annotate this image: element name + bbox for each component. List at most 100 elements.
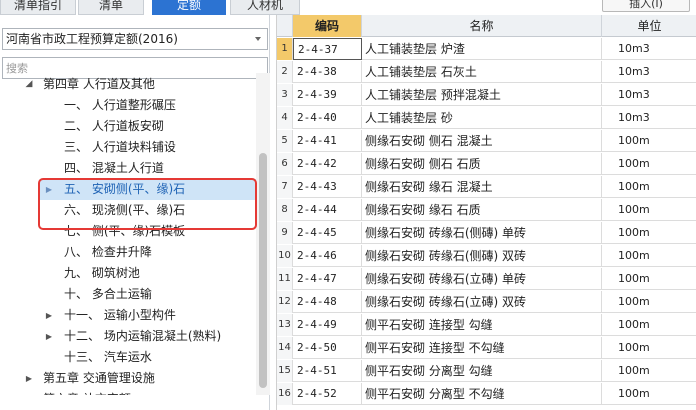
tree-item[interactable]: 三、 人行道块料铺设	[0, 137, 256, 158]
tree-item[interactable]: 七、 侧(平、缘)石模板	[0, 221, 256, 242]
table-row[interactable]: 11 2-4-47 侧缘石安砌 砖缘石(立磚) 单砖 100m	[277, 268, 696, 290]
code-cell[interactable]: 2-4-40	[293, 107, 362, 129]
tree-item[interactable]: ▶ 十二、 场内运输混凝土(熟料)	[0, 326, 256, 347]
insert-button[interactable]: 插入(I)	[602, 0, 690, 12]
name-cell[interactable]: 人工铺装垫层 预拌混凝土	[362, 84, 602, 106]
unit-column-header[interactable]: 单位	[602, 15, 696, 37]
unit-cell[interactable]: 100m	[602, 199, 696, 221]
tree-item[interactable]: 十、 多合土运输	[0, 284, 256, 305]
code-column-header[interactable]: 编码	[293, 15, 362, 37]
scrollbar-thumb[interactable]	[259, 153, 267, 388]
table-row[interactable]: 2 2-4-38 人工铺装垫层 石灰土 10m3	[277, 61, 696, 83]
table-row[interactable]: 3 2-4-39 人工铺装垫层 预拌混凝土 10m3	[277, 84, 696, 106]
tab-labor-material-machine[interactable]: 人材机	[230, 0, 300, 15]
table-row[interactable]: 15 2-4-51 侧平石安砌 分离型 勾缝 100m	[277, 360, 696, 382]
table-row[interactable]: 13 2-4-49 侧平石安砌 连接型 勾缝 100m	[277, 314, 696, 336]
name-cell[interactable]: 侧平石安砌 连接型 不勾缝	[362, 337, 602, 359]
code-cell[interactable]: 2-4-41	[293, 130, 362, 152]
table-row[interactable]: 9 2-4-45 侧缘石安砌 砖缘石(侧磚) 单砖 100m	[277, 222, 696, 244]
table-row[interactable]: 6 2-4-42 侧缘石安砌 侧石 石质 100m	[277, 153, 696, 175]
name-cell[interactable]: 侧缘石安砌 砖缘石(侧磚) 单砖	[362, 222, 602, 244]
collapsed-triangle-icon[interactable]: ▶	[44, 179, 54, 200]
unit-cell[interactable]: 10m3	[602, 107, 696, 129]
name-cell[interactable]: 侧缘石安砌 侧石 混凝土	[362, 130, 602, 152]
unit-cell[interactable]: 100m	[602, 130, 696, 152]
code-cell[interactable]: 2-4-52	[293, 383, 362, 405]
tree-scrollbar[interactable]	[256, 73, 270, 395]
name-cell[interactable]: 侧缘石安砌 侧石 石质	[362, 153, 602, 175]
row-index-cell: 8	[277, 199, 293, 221]
unit-cell[interactable]: 100m	[602, 268, 696, 290]
code-cell[interactable]: 2-4-45	[293, 222, 362, 244]
code-cell[interactable]: 2-4-48	[293, 291, 362, 313]
unit-cell[interactable]: 10m3	[602, 61, 696, 83]
unit-cell[interactable]: 100m	[602, 291, 696, 313]
unit-cell[interactable]: 100m	[602, 314, 696, 336]
name-cell[interactable]: 侧缘石安砌 砖缘石(侧磚) 双砖	[362, 245, 602, 267]
table-row[interactable]: 1 2-4-37 人工铺装垫层 炉渣 10m3	[277, 38, 696, 60]
code-cell[interactable]: 2-4-42	[293, 153, 362, 175]
collapsed-triangle-icon[interactable]: ▶	[24, 368, 34, 389]
tree-item[interactable]: ▶ 五、 安砌侧(平、缘)石	[40, 179, 256, 200]
name-cell[interactable]: 侧缘石安砌 缘石 混凝土	[362, 176, 602, 198]
unit-cell[interactable]: 100m	[602, 222, 696, 244]
tab-list-guide[interactable]: 清单指引	[0, 0, 76, 15]
chevron-down-icon[interactable]	[255, 37, 261, 41]
unit-cell[interactable]: 10m3	[602, 38, 696, 60]
tree-item[interactable]: ▶ 第五章 交通管理设施	[0, 368, 256, 389]
tree-item[interactable]: 二、 人行道板安砌	[0, 116, 256, 137]
name-cell[interactable]: 侧平石安砌 分离型 不勾缝	[362, 383, 602, 405]
tree-item[interactable]: ▶ 第六章 补充定额	[0, 389, 256, 395]
row-index-cell: 16	[277, 383, 293, 405]
tree-item[interactable]: 九、 砌筑树池	[0, 263, 256, 284]
name-cell[interactable]: 侧平石安砌 连接型 勾缝	[362, 314, 602, 336]
unit-cell[interactable]: 100m	[602, 337, 696, 359]
name-cell[interactable]: 侧平石安砌 分离型 勾缝	[362, 360, 602, 382]
code-cell[interactable]: 2-4-37	[293, 38, 362, 60]
tree-item[interactable]: 四、 混凝土人行道	[0, 158, 256, 179]
unit-cell[interactable]: 100m	[602, 153, 696, 175]
tree-item[interactable]: ◢ 第四章 人行道及其他	[0, 74, 256, 95]
unit-cell[interactable]: 100m	[602, 383, 696, 405]
tree-item[interactable]: 八、 检查井升降	[0, 242, 256, 263]
code-cell[interactable]: 2-4-39	[293, 84, 362, 106]
name-cell[interactable]: 侧缘石安砌 缘石 石质	[362, 199, 602, 221]
tree-item[interactable]: 一、 人行道整形碾压	[0, 95, 256, 116]
table-row[interactable]: 16 2-4-52 侧平石安砌 分离型 不勾缝 100m	[277, 383, 696, 405]
table-row[interactable]: 8 2-4-44 侧缘石安砌 缘石 石质 100m	[277, 199, 696, 221]
collapsed-triangle-icon[interactable]: ▶	[44, 305, 54, 326]
collapsed-triangle-icon[interactable]: ▶	[44, 326, 54, 347]
table-row[interactable]: 4 2-4-40 人工铺装垫层 砂 10m3	[277, 107, 696, 129]
table-row[interactable]: 5 2-4-41 侧缘石安砌 侧石 混凝土 100m	[277, 130, 696, 152]
name-cell[interactable]: 人工铺装垫层 石灰土	[362, 61, 602, 83]
name-cell[interactable]: 侧缘石安砌 砖缘石(立磚) 双砖	[362, 291, 602, 313]
name-cell[interactable]: 人工铺装垫层 砂	[362, 107, 602, 129]
code-cell[interactable]: 2-4-47	[293, 268, 362, 290]
unit-cell[interactable]: 100m	[602, 360, 696, 382]
name-column-header[interactable]: 名称	[362, 15, 602, 37]
tree-item[interactable]: ▶ 十一、 运输小型构件	[0, 305, 256, 326]
code-cell[interactable]: 2-4-46	[293, 245, 362, 267]
name-cell[interactable]: 人工铺装垫层 炉渣	[362, 38, 602, 60]
tab-quota[interactable]: 定额	[152, 0, 226, 15]
code-cell[interactable]: 2-4-43	[293, 176, 362, 198]
expanded-triangle-icon[interactable]: ◢	[24, 74, 34, 95]
tab-bill[interactable]: 清单	[78, 0, 144, 15]
unit-cell[interactable]: 100m	[602, 245, 696, 267]
code-cell[interactable]: 2-4-49	[293, 314, 362, 336]
unit-cell[interactable]: 100m	[602, 176, 696, 198]
table-row[interactable]: 14 2-4-50 侧平石安砌 连接型 不勾缝 100m	[277, 337, 696, 359]
table-row[interactable]: 10 2-4-46 侧缘石安砌 砖缘石(侧磚) 双砖 100m	[277, 245, 696, 267]
quota-library-select[interactable]: 河南省市政工程预算定额(2016)	[2, 28, 268, 50]
code-cell[interactable]: 2-4-50	[293, 337, 362, 359]
collapsed-triangle-icon[interactable]: ▶	[24, 389, 34, 395]
name-cell[interactable]: 侧缘石安砌 砖缘石(立磚) 单砖	[362, 268, 602, 290]
tree-item[interactable]: 十三、 汽车运水	[0, 347, 256, 368]
code-cell[interactable]: 2-4-51	[293, 360, 362, 382]
tree-item[interactable]: 六、 现浇侧(平、缘)石	[0, 200, 256, 221]
code-cell[interactable]: 2-4-44	[293, 199, 362, 221]
unit-cell[interactable]: 10m3	[602, 84, 696, 106]
table-row[interactable]: 7 2-4-43 侧缘石安砌 缘石 混凝土 100m	[277, 176, 696, 198]
table-row[interactable]: 12 2-4-48 侧缘石安砌 砖缘石(立磚) 双砖 100m	[277, 291, 696, 313]
code-cell[interactable]: 2-4-38	[293, 61, 362, 83]
